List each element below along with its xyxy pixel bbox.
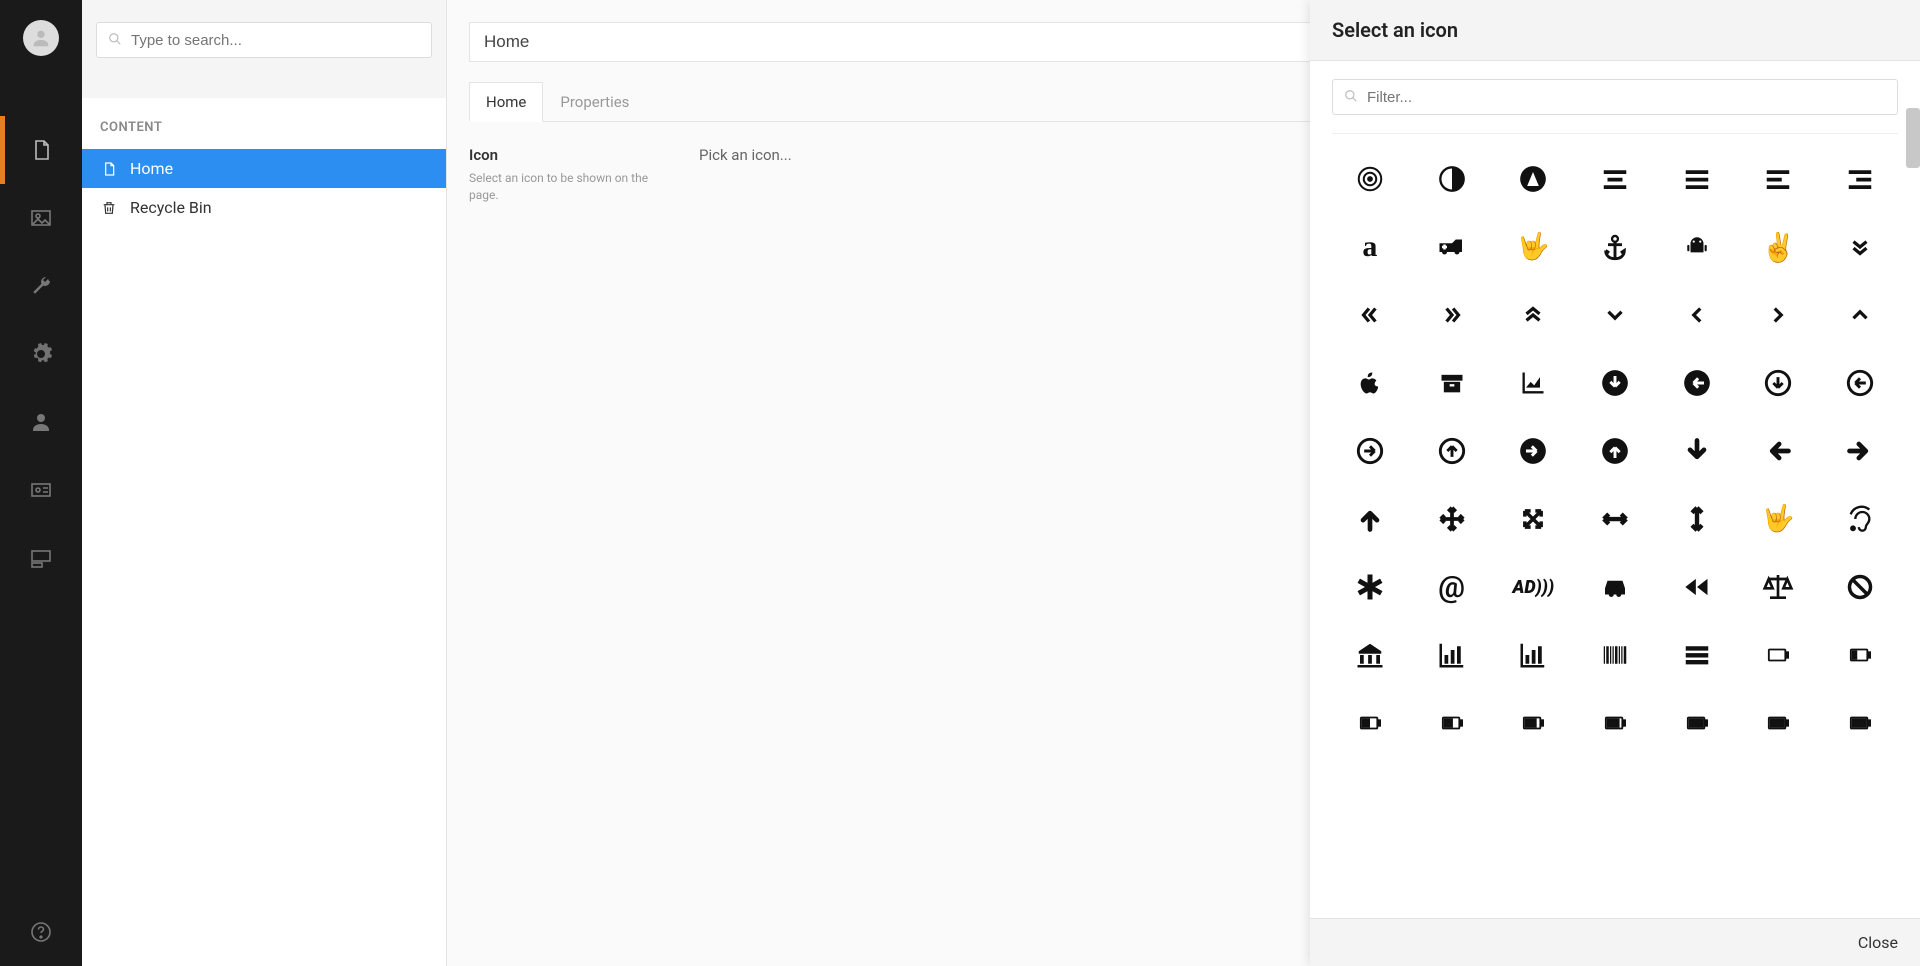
members-section-nav[interactable]: [0, 456, 82, 524]
icon-option-battery-three-quarters[interactable]: [1495, 692, 1571, 754]
icon-option-battery-full[interactable]: [1659, 692, 1735, 754]
icon-option-bank[interactable]: [1332, 624, 1408, 686]
icon-option-align-center[interactable]: [1577, 148, 1653, 210]
icon-option-android[interactable]: [1659, 216, 1735, 278]
icon-option-arrow-circle-o-up[interactable]: [1414, 420, 1490, 482]
icon-option-arrow-circle-right[interactable]: [1495, 420, 1571, 482]
user-avatar[interactable]: [23, 20, 59, 56]
help-nav[interactable]: [0, 898, 82, 966]
search-icon: [1344, 89, 1358, 103]
users-section-nav[interactable]: [0, 388, 82, 456]
icon-option-angle-double-right[interactable]: [1414, 284, 1490, 346]
divider: [1332, 133, 1898, 134]
icon-option-anchor[interactable]: [1577, 216, 1653, 278]
tree-node-label: Recycle Bin: [130, 198, 212, 217]
icon-option-battery-three-quarters-2[interactable]: [1577, 692, 1653, 754]
icon-grid: a 🤟 ✌ 🤟 @AD))): [1332, 148, 1898, 754]
icon-option-apple[interactable]: [1332, 352, 1408, 414]
icon-option-500px[interactable]: [1332, 148, 1408, 210]
icon-option-audio-description[interactable]: AD))): [1495, 556, 1571, 618]
gear-section-nav[interactable]: [0, 320, 82, 388]
icon-option-archive[interactable]: [1414, 352, 1490, 414]
nav-rail: [0, 0, 82, 966]
close-button[interactable]: Close: [1858, 933, 1898, 952]
field-description: Select an icon to be shown on the page.: [469, 170, 669, 204]
icon-option-backward[interactable]: [1659, 556, 1735, 618]
icon-option-arrow-circle-o-left[interactable]: [1822, 352, 1898, 414]
icon-option-bar-chart-o[interactable]: [1495, 624, 1571, 686]
icon-option-arrow-circle-o-down[interactable]: [1741, 352, 1817, 414]
icon-option-assistive-listening-systems[interactable]: [1822, 488, 1898, 550]
icon-option-adn[interactable]: [1495, 148, 1571, 210]
icon-option-ambulance[interactable]: [1414, 216, 1490, 278]
icon-option-asterisk[interactable]: [1332, 556, 1408, 618]
content-tree-panel: CONTENT Home Recycle Bin: [82, 0, 447, 966]
icon-option-battery-empty[interactable]: [1741, 624, 1817, 686]
wrench-section-nav[interactable]: [0, 252, 82, 320]
icon-option-asl-interpreting-alt[interactable]: 🤟: [1741, 488, 1817, 550]
icon-option-amazon[interactable]: a: [1332, 216, 1408, 278]
icon-filter-input[interactable]: [1332, 79, 1898, 115]
icon-option-arrow-circle-o-right[interactable]: [1332, 420, 1408, 482]
icon-option-arrow-down[interactable]: [1659, 420, 1735, 482]
icon-option-arrow-left[interactable]: [1741, 420, 1817, 482]
icon-option-align-justify[interactable]: [1659, 148, 1735, 210]
icon-option-arrow-circle-down[interactable]: [1577, 352, 1653, 414]
search-icon: [108, 32, 122, 46]
icon-option-bar-chart[interactable]: [1414, 624, 1490, 686]
icon-option-angle-double-up[interactable]: [1495, 284, 1571, 346]
icon-option-balance-scale[interactable]: [1741, 556, 1817, 618]
field-label: Icon: [469, 146, 669, 164]
icon-option-angle-double-down[interactable]: [1822, 216, 1898, 278]
icon-option-barcode[interactable]: [1577, 624, 1653, 686]
icon-option-battery-quarter[interactable]: [1822, 624, 1898, 686]
icon-option-arrow-right[interactable]: [1822, 420, 1898, 482]
icon-option-battery-half-2[interactable]: [1414, 692, 1490, 754]
icon-option-angellist[interactable]: ✌: [1741, 216, 1817, 278]
section-label: CONTENT: [82, 98, 446, 149]
icon-option-arrow-circle-up[interactable]: [1577, 420, 1653, 482]
icon-option-battery-full-3[interactable]: [1822, 692, 1898, 754]
icon-option-at[interactable]: @: [1414, 556, 1490, 618]
forms-section-nav[interactable]: [0, 524, 82, 592]
icon-option-arrow-circle-left[interactable]: [1659, 352, 1735, 414]
icon-option-arrows[interactable]: [1414, 488, 1490, 550]
trash-icon: [100, 200, 118, 216]
icon-option-bars[interactable]: [1659, 624, 1735, 686]
icon-option-area-chart[interactable]: [1495, 352, 1571, 414]
tree-node-home[interactable]: Home: [82, 149, 446, 188]
tab-properties[interactable]: Properties: [543, 82, 646, 121]
tree-search-input[interactable]: [96, 22, 432, 58]
icon-option-angle-up[interactable]: [1822, 284, 1898, 346]
icon-option-angle-left[interactable]: [1659, 284, 1735, 346]
icon-option-arrows-h[interactable]: [1577, 488, 1653, 550]
icon-option-adjust[interactable]: [1414, 148, 1490, 210]
icon-option-arrows-v[interactable]: [1659, 488, 1735, 550]
media-section-nav[interactable]: [0, 184, 82, 252]
icon-option-angle-down[interactable]: [1577, 284, 1653, 346]
scrollbar-thumb[interactable]: [1906, 108, 1920, 168]
tree-node-recycle-bin[interactable]: Recycle Bin: [82, 188, 446, 227]
icon-option-ban[interactable]: [1822, 556, 1898, 618]
tree-node-label: Home: [130, 159, 173, 178]
tab-home[interactable]: Home: [469, 82, 543, 122]
icon-option-automobile[interactable]: [1577, 556, 1653, 618]
icon-option-arrows-alt[interactable]: [1495, 488, 1571, 550]
icon-option-battery-half[interactable]: [1332, 692, 1408, 754]
icon-option-asl-interpreting[interactable]: 🤟: [1495, 216, 1571, 278]
icon-option-align-left[interactable]: [1741, 148, 1817, 210]
icon-option-arrow-up[interactable]: [1332, 488, 1408, 550]
icon-option-align-right[interactable]: [1822, 148, 1898, 210]
icon-option-battery-full-2[interactable]: [1741, 692, 1817, 754]
icon-option-angle-right[interactable]: [1741, 284, 1817, 346]
content-section-nav[interactable]: [0, 116, 82, 184]
panel-title: Select an icon: [1310, 0, 1920, 60]
icon-picker-panel: Select an icon a 🤟 ✌ 🤟 @AD))) Close: [1310, 0, 1920, 966]
document-icon: [100, 161, 118, 177]
icon-option-angle-double-left[interactable]: [1332, 284, 1408, 346]
